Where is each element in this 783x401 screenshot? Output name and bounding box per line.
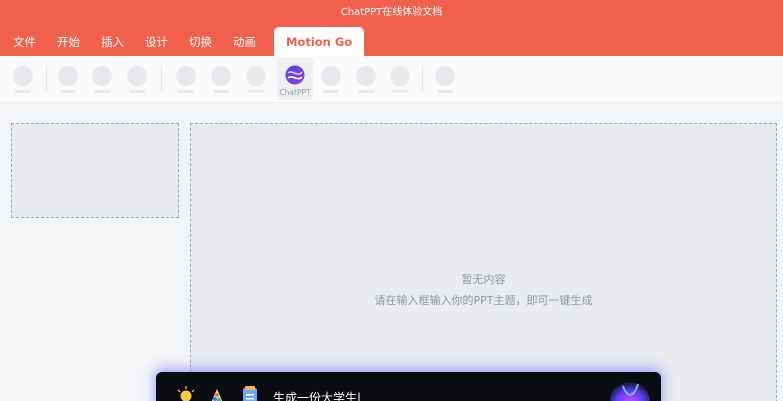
toolbar-placeholder-button[interactable]	[355, 64, 377, 94]
tab-design[interactable]: 设计	[136, 27, 177, 56]
tab-insert[interactable]: 插入	[92, 27, 133, 56]
tab-home[interactable]: 开始	[48, 27, 89, 56]
toolbar-placeholder-button[interactable]	[175, 64, 197, 94]
lightbulb-icon	[177, 386, 195, 401]
app-title: ChatPPT在线体验文档	[340, 7, 443, 18]
toolbar-placeholder-button[interactable]	[434, 64, 456, 94]
chatppt-label: ChatPPT	[279, 88, 311, 97]
toolbar-placeholder-button[interactable]	[57, 64, 79, 94]
toolbar-divider	[161, 66, 162, 92]
title-bar: ChatPPT在线体验文档 文件 开始 插入 设计 切换 动画 Motion G…	[0, 0, 783, 56]
tab-motion-go[interactable]: Motion Go	[274, 27, 365, 56]
slide-thumbnail[interactable]	[11, 123, 179, 218]
ai-orb-icon[interactable]	[607, 376, 653, 401]
tab-animations[interactable]: 动画	[224, 27, 265, 56]
toolbar-placeholder-button[interactable]	[126, 64, 148, 94]
toolbar-placeholder-button[interactable]	[210, 64, 232, 94]
tab-transitions[interactable]: 切换	[180, 27, 221, 56]
palette-icon	[211, 389, 223, 401]
toolbar	[0, 56, 783, 103]
toolbar-divider	[46, 66, 47, 92]
empty-state-hint: 请在输入框输入你的PPT主题，即可一键生成	[374, 294, 593, 307]
ribbon-tabs: 文件 开始 插入 设计 切换 动画 Motion Go	[0, 27, 367, 56]
toolbar-placeholder-button[interactable]	[389, 64, 411, 94]
document-icon	[243, 386, 257, 401]
tab-file[interactable]: 文件	[4, 27, 45, 56]
prompt-input-text[interactable]: 生成一份大学生|	[273, 389, 361, 401]
toolbar-placeholder-button[interactable]	[12, 64, 34, 94]
toolbar-placeholder-button[interactable]	[91, 64, 113, 94]
chatppt-button[interactable]: ChatPPT	[277, 58, 313, 100]
prompt-input-bar[interactable]: 生成一份大学生|	[156, 372, 661, 401]
toolbar-divider	[422, 66, 423, 92]
chatppt-logo-icon	[285, 65, 305, 85]
slide-canvas[interactable]	[190, 123, 777, 401]
empty-state-title: 暂无内容	[461, 273, 506, 286]
toolbar-placeholder-button[interactable]	[245, 64, 267, 94]
toolbar-placeholder-button[interactable]	[320, 64, 342, 94]
